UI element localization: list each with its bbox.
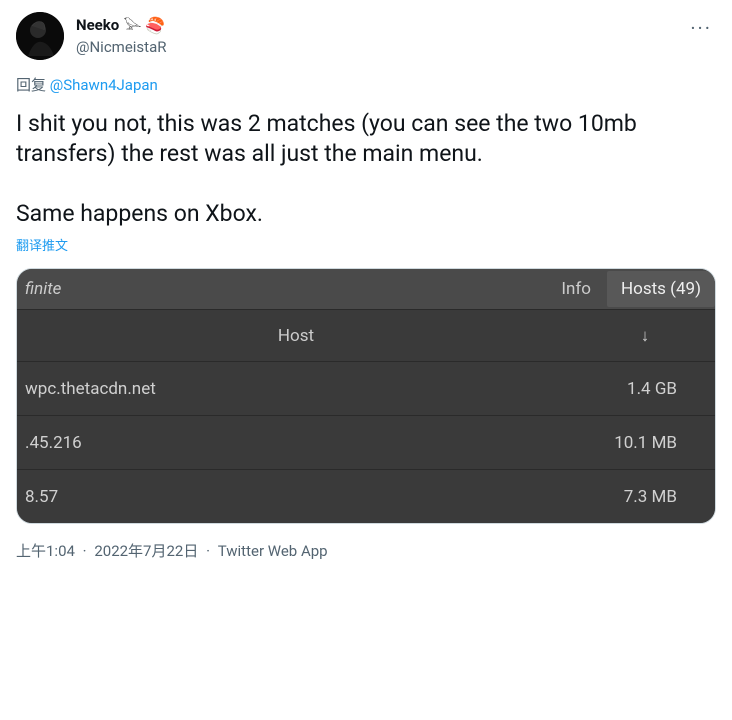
- tweet-source[interactable]: Twitter Web App: [218, 542, 328, 560]
- cell-host: wpc.thetacdn.net: [17, 379, 575, 399]
- cell-size: 7.3 MB: [575, 487, 715, 507]
- tweet-date[interactable]: 2022年7月22日: [94, 542, 198, 560]
- table-row: 8.57 7.3 MB: [17, 469, 715, 523]
- cell-size: 10.1 MB: [575, 433, 715, 453]
- user-names: Neeko 𓅪 🍣 @NicmeistaR: [76, 12, 166, 60]
- table-title: finite: [17, 279, 545, 299]
- user-info[interactable]: Neeko 𓅪 🍣 @NicmeistaR: [16, 12, 166, 60]
- tab-info: Info: [545, 279, 607, 299]
- cell-size: 1.4 GB: [575, 379, 715, 399]
- col-sort-icon: ↓: [575, 326, 715, 346]
- reply-label: 回复: [16, 76, 46, 94]
- tweet-header: Neeko 𓅪 🍣 @NicmeistaR ···: [16, 12, 716, 60]
- bird-icon: 𓅪: [123, 12, 141, 38]
- tweet-text: I shit you not, this was 2 matches (you …: [16, 109, 716, 229]
- tweet-meta: 上午1:04 · 2022年7月22日 · Twitter Web App: [16, 540, 716, 561]
- table-columns: Host ↓: [17, 309, 715, 361]
- table-header: finite Info Hosts (49): [17, 269, 715, 309]
- embedded-image[interactable]: finite Info Hosts (49) Host ↓ wpc.thetac…: [16, 268, 716, 524]
- tweet-container: Neeko 𓅪 🍣 @NicmeistaR ··· 回复 @Shawn4Japa…: [0, 0, 732, 573]
- translate-link[interactable]: 翻译推文: [16, 235, 716, 254]
- tweet-time[interactable]: 上午1:04: [16, 542, 75, 560]
- sushi-icon: 🍣: [145, 16, 165, 35]
- reply-mention[interactable]: @Shawn4Japan: [50, 76, 158, 94]
- cell-host: 8.57: [17, 487, 575, 507]
- more-button[interactable]: ···: [686, 12, 716, 44]
- reply-to: 回复 @Shawn4Japan: [16, 74, 716, 95]
- avatar[interactable]: [16, 12, 64, 60]
- table-row: .45.216 10.1 MB: [17, 415, 715, 469]
- table-row: wpc.thetacdn.net 1.4 GB: [17, 361, 715, 415]
- username[interactable]: @NicmeistaR: [76, 38, 166, 56]
- col-host: Host: [17, 326, 575, 346]
- tab-hosts: Hosts (49): [607, 271, 715, 307]
- meta-separator: ·: [206, 542, 210, 560]
- display-name-row: Neeko 𓅪 🍣: [76, 12, 166, 38]
- meta-separator: ·: [83, 542, 87, 560]
- display-name[interactable]: Neeko: [76, 16, 119, 34]
- cell-host: .45.216: [17, 433, 575, 453]
